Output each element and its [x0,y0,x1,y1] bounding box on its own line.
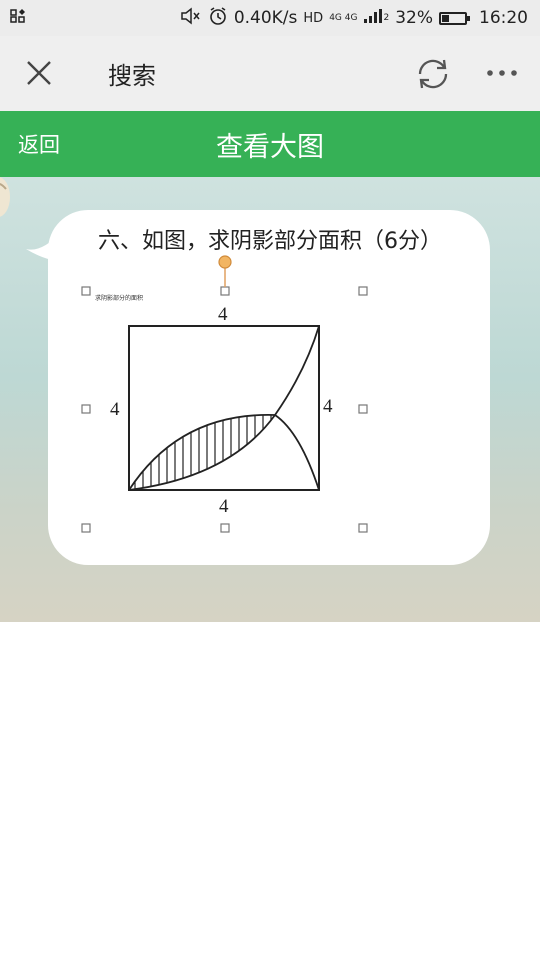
rotate-handle [218,255,232,269]
signal-icon [363,8,383,29]
sim-index: 2 [383,13,390,23]
clock: 16:20 [479,8,528,28]
viewer-title: 查看大图 [216,132,324,163]
lower-arc [128,325,320,491]
close-icon[interactable] [22,56,56,90]
label-bottom: 4 [219,496,229,517]
battery-percent: 32% [395,8,433,28]
back-button[interactable]: 返回 [18,129,60,159]
upper-arc-tail [274,414,320,491]
viewer-header: 查看大图 返回 [0,111,540,177]
page-title: 搜索 [108,62,156,90]
nav-bar: 搜索 [0,36,540,111]
status-bar: 0.40K/s HD 4G 4G 2 32% 16:20 [0,0,540,36]
label-right: 4 [323,396,333,417]
notification-icon [10,8,28,28]
network-speed: 0.40K/s [233,8,298,28]
network-type: 4G 4G [329,13,358,23]
label-left: 4 [110,399,120,420]
square-outline [128,325,320,491]
hd-label: HD [303,10,324,26]
shaded-region [134,414,272,490]
mute-icon [180,6,202,30]
geometry-figure: 求阴影部分的面积 4 4 4 4 [81,255,368,533]
refresh-icon[interactable] [414,55,452,93]
battery-icon [439,11,470,25]
figure-caption: 求阴影部分的面积 [95,294,143,302]
more-icon[interactable] [484,61,520,85]
zoomed-image[interactable]: 六、如图，求阴影部分面积（6分） 求阴影部分的面积 4 4 4 4 [0,177,540,622]
alarm-icon [208,6,228,31]
label-top: 4 [218,304,228,325]
